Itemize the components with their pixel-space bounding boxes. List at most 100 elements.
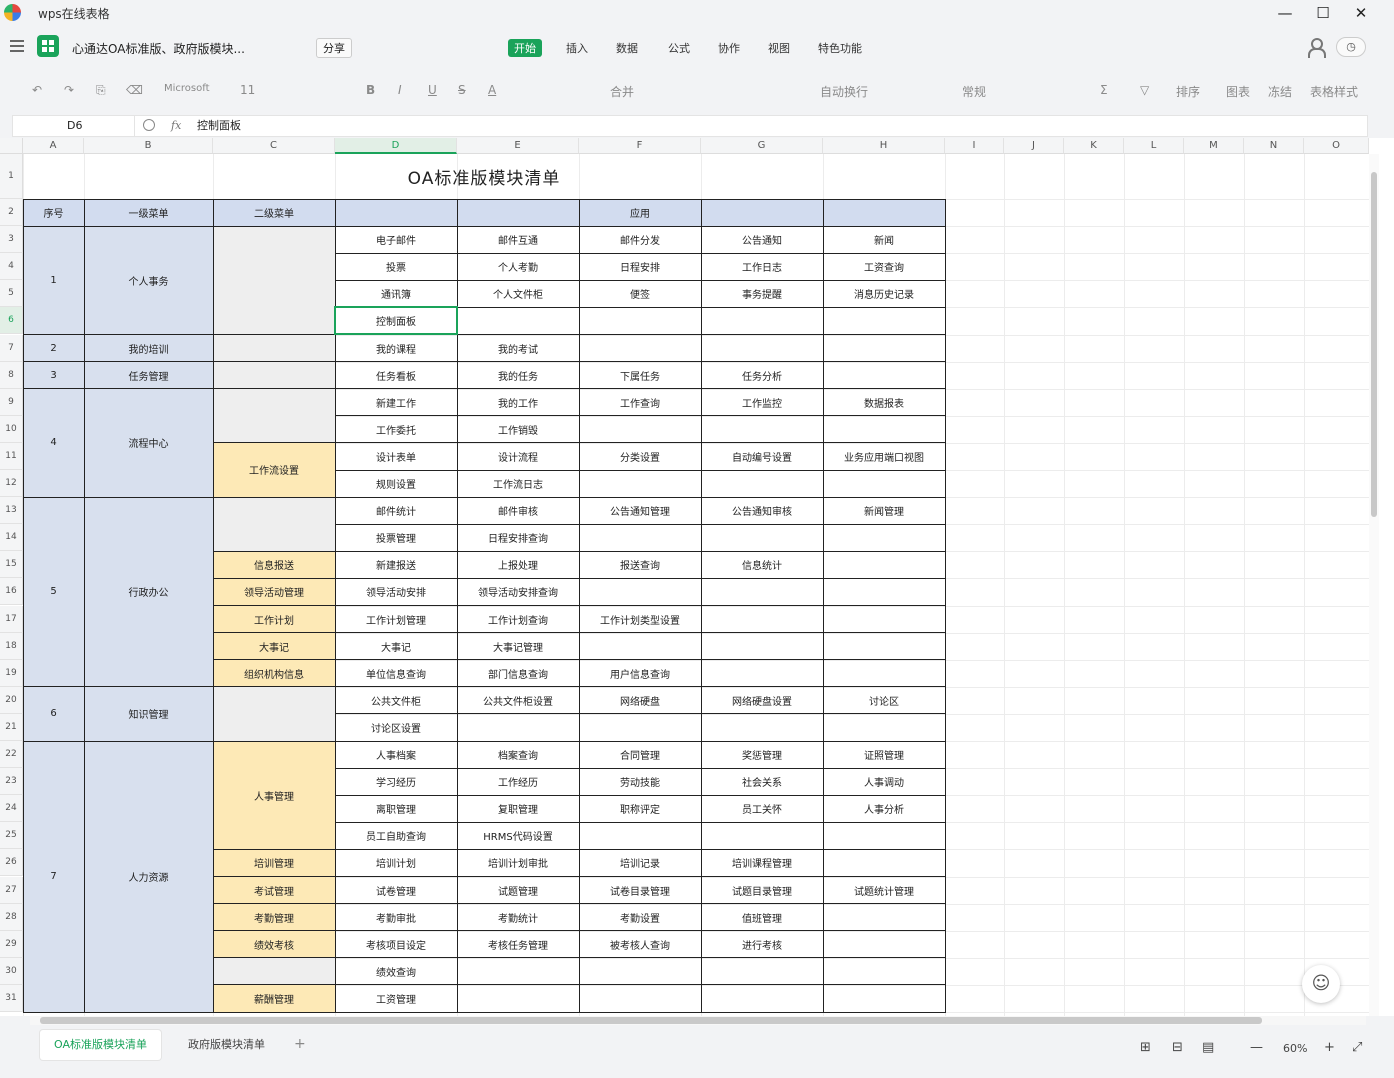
app-cell[interactable] [823,822,945,849]
font-color-button[interactable]: A [488,83,496,97]
app-cell[interactable] [701,633,823,660]
app-cell[interactable] [823,958,945,985]
row-header-18[interactable]: 18 [0,632,23,660]
app-cell[interactable]: 上报处理 [457,551,579,578]
app-cell[interactable] [823,606,945,633]
app-cell[interactable]: 电子邮件 [335,226,457,253]
group-seq-cell[interactable]: 7 [23,741,84,1012]
app-cell[interactable]: 员工关怀 [701,795,823,822]
tab-formula[interactable]: 公式 [662,39,696,57]
level2-menu-cell[interactable]: 领导活动管理 [213,578,335,606]
app-cell[interactable] [823,714,945,741]
app-cell[interactable]: 我的任务 [457,362,579,389]
app-cell[interactable] [701,335,823,362]
app-cell[interactable]: 领导活动安排 [335,578,457,605]
row-header-19[interactable]: 19 [0,659,23,687]
app-cell[interactable]: 日程安排 [579,253,701,280]
app-cell[interactable]: 分类设置 [579,443,701,470]
app-cell[interactable]: 大事记管理 [457,633,579,660]
tab-view[interactable]: 视图 [762,39,796,57]
row-header-1[interactable]: 1 [0,154,23,199]
app-cell[interactable]: 工作经历 [457,768,579,795]
app-cell[interactable]: 证照管理 [823,741,945,768]
app-cell[interactable]: 任务看板 [335,362,457,389]
row-header-15[interactable]: 15 [0,551,23,579]
group-seq-cell[interactable]: 4 [23,388,84,498]
app-cell[interactable]: 试题统计管理 [823,877,945,904]
header-level1[interactable]: 一级菜单 [84,199,213,227]
hamburger-menu-icon[interactable] [10,40,24,52]
app-cell[interactable]: 讨论区设置 [335,714,457,741]
column-header-j[interactable]: J [1004,138,1064,154]
row-header-16[interactable]: 16 [0,578,23,606]
document-title[interactable]: 心通达OA标准版、政府版模块... [72,40,245,57]
group-seq-cell[interactable]: 1 [23,226,84,335]
row-header-27[interactable]: 27 [0,876,23,904]
app-cell[interactable]: 邮件分发 [579,226,701,253]
row-header-3[interactable]: 3 [0,226,23,254]
app-cell[interactable]: 单位信息查询 [335,660,457,687]
app-cell[interactable]: 员工自助查询 [335,822,457,849]
column-header-l[interactable]: L [1124,138,1184,154]
header-level2[interactable]: 二级菜单 [213,199,335,227]
header-apps[interactable]: 应用 [335,199,945,227]
app-cell[interactable]: 个人考勤 [457,253,579,280]
app-cell[interactable]: 进行考核 [701,931,823,958]
app-cell[interactable] [823,931,945,958]
chart-button[interactable]: 图表 [1226,83,1250,100]
app-cell[interactable]: 投票 [335,253,457,280]
row-header-11[interactable]: 11 [0,442,23,470]
sort-button[interactable]: 排序 [1176,83,1200,100]
app-cell[interactable]: 大事记 [335,633,457,660]
app-cell[interactable] [823,524,945,551]
zoom-out-button[interactable]: — [1250,1040,1263,1055]
app-cell[interactable]: 考核项目设定 [335,931,457,958]
app-cell[interactable]: 培训计划审批 [457,849,579,876]
app-cell[interactable]: 用户信息查询 [579,660,701,687]
level2-menu-cell[interactable]: 薪酬管理 [213,984,335,1012]
vertical-scrollbar[interactable] [1369,154,1379,1016]
group-level1-cell[interactable]: 任务管理 [84,361,213,389]
app-cell[interactable] [823,551,945,578]
app-cell[interactable] [701,606,823,633]
row-header-7[interactable]: 7 [0,334,23,362]
select-all-corner[interactable] [0,138,23,154]
app-cell[interactable] [579,470,701,497]
group-seq-cell[interactable]: 2 [23,334,84,362]
sum-icon[interactable]: Σ [1100,83,1108,97]
row-header-20[interactable]: 20 [0,686,23,714]
app-cell[interactable] [701,714,823,741]
zoom-level[interactable]: 60% [1283,1042,1307,1055]
app-cell[interactable] [823,307,945,334]
app-cell[interactable] [701,416,823,443]
app-cell[interactable] [823,416,945,443]
app-cell[interactable]: 新闻管理 [823,497,945,524]
filter-icon[interactable]: ▽ [1140,83,1149,97]
app-cell[interactable]: 个人文件柜 [457,280,579,307]
app-cell[interactable]: 我的考试 [457,335,579,362]
app-cell[interactable]: 培训记录 [579,849,701,876]
app-cell[interactable]: 下属任务 [579,362,701,389]
group-seq-cell[interactable]: 5 [23,497,84,687]
level2-menu-cell[interactable] [213,361,335,389]
column-header-k[interactable]: K [1064,138,1124,154]
row-header-13[interactable]: 13 [0,497,23,525]
app-cell[interactable] [579,307,701,334]
app-cell[interactable]: 培训课程管理 [701,849,823,876]
app-cell[interactable]: 试题管理 [457,877,579,904]
undo-icon[interactable]: ↶ [32,83,42,97]
level2-menu-cell[interactable]: 大事记 [213,632,335,660]
level2-menu-cell[interactable]: 考试管理 [213,876,335,904]
app-cell[interactable]: 投票管理 [335,524,457,551]
group-level1-cell[interactable]: 人力资源 [84,741,213,1012]
level2-menu-cell[interactable]: 培训管理 [213,849,335,877]
row-header-5[interactable]: 5 [0,280,23,308]
app-cell[interactable]: 工作流日志 [457,470,579,497]
row-header-30[interactable]: 30 [0,957,23,985]
app-cell[interactable] [823,985,945,1012]
app-cell[interactable] [701,822,823,849]
app-cell[interactable]: 网络硬盘设置 [701,687,823,714]
app-cell[interactable] [579,714,701,741]
column-header-c[interactable]: C [213,138,335,154]
app-cell[interactable]: 新建工作 [335,389,457,416]
